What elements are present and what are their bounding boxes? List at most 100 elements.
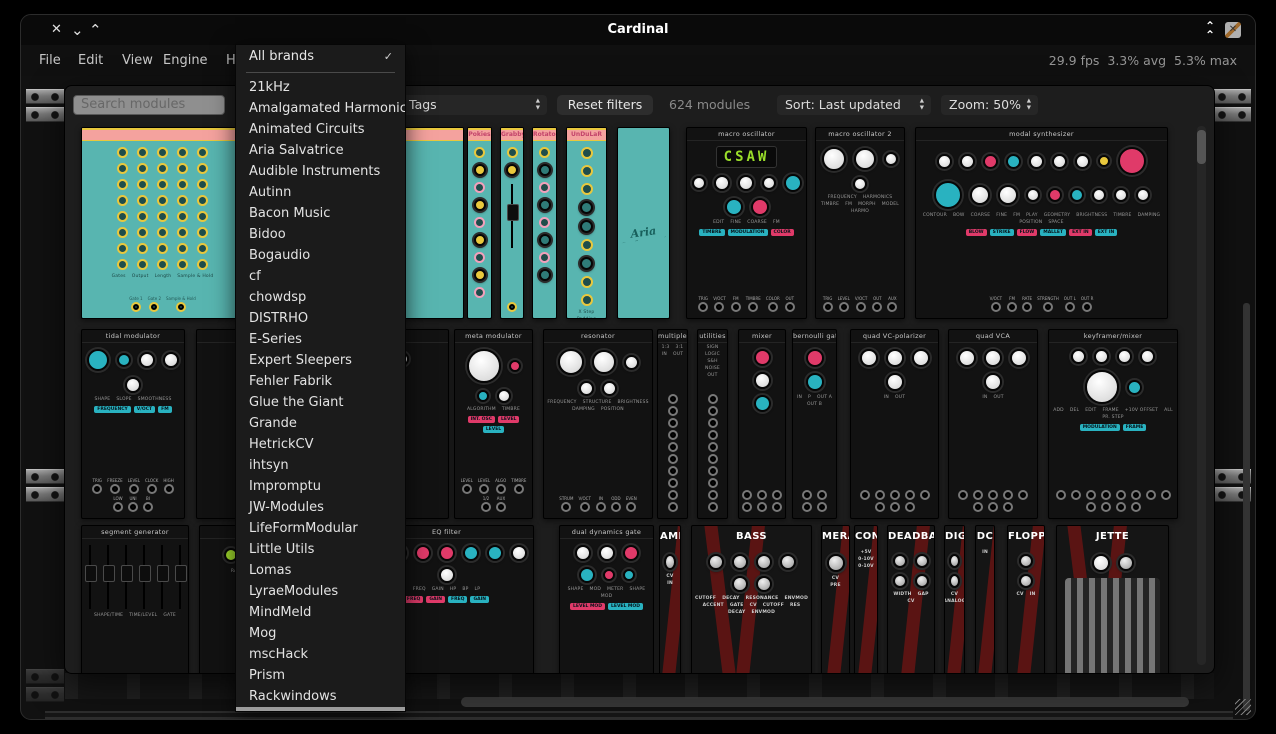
brand-menu-item[interactable]: Expert Sleepers: [236, 350, 405, 371]
module-aria-salvatrice[interactable]: Aria Salvatrice: [617, 127, 670, 319]
menu-view[interactable]: View: [122, 45, 153, 76]
knob: [1092, 554, 1110, 572]
knob: [539, 147, 550, 158]
screenshot-icon[interactable]: ✕: [1225, 22, 1241, 38]
module-jette[interactable]: JETTEIMPCT: [1056, 525, 1169, 673]
browser-scrollbar-thumb[interactable]: [1197, 130, 1206, 164]
module-panel[interactable]: GatesOutputLengthSample & HoldGate 1Gate…: [81, 127, 244, 319]
module-amp[interactable]: AMPCVIN: [659, 525, 681, 673]
brand-menu-item[interactable]: JW-Modules: [236, 497, 405, 518]
module-tidal-modulator[interactable]: tidal modulatorSHAPESLOPESMOOTHNESSFREQU…: [81, 329, 185, 519]
brand-menu-item[interactable]: Mog: [236, 623, 405, 644]
brand-menu-item[interactable]: Rackwindows: [236, 686, 405, 707]
panel-label: MORPH: [858, 202, 876, 207]
brand-menu-item[interactable]: Amalgamated Harmonics: [236, 98, 405, 119]
panel-label: FM: [845, 202, 852, 207]
rack-rail: [26, 469, 64, 484]
module-resonator[interactable]: resonatorFREQUENCYSTRUCTUREBRIGHTNESSDAM…: [543, 329, 653, 519]
module-mera[interactable]: MERACVPRE: [821, 525, 850, 673]
jack: 1/2: [481, 496, 491, 512]
module-macro-oscillator-2[interactable]: macro oscillator 2FREQUENCYHARMONICSTIMB…: [815, 127, 905, 319]
knob: [125, 377, 141, 393]
brand-menu-item[interactable]: HetrickCV: [236, 434, 405, 455]
module-multiples[interactable]: multiples1:33:1INOUT: [657, 329, 688, 519]
brand-menu-item[interactable]: Bacon Music: [236, 203, 405, 224]
brand-menu-item[interactable]: DISTRHO: [236, 308, 405, 329]
module-bass[interactable]: BASSCUTOFFDECAYRESONANCEENVMODACCENTGATE…: [691, 525, 812, 673]
module-title: BASS: [692, 526, 811, 548]
brand-menu-item[interactable]: cf: [236, 266, 405, 287]
jack: [772, 490, 782, 500]
jack-socket: [817, 502, 827, 512]
brand-menu-item[interactable]: LifeFormModular: [236, 518, 405, 539]
menu-file[interactable]: File: [39, 45, 61, 76]
knob: [915, 574, 929, 588]
brand-menu-item[interactable]: Grande: [236, 413, 405, 434]
brand-menu-item[interactable]: E-Series: [236, 329, 405, 350]
collapse-icon[interactable]: ⌃ ⌃: [1205, 15, 1215, 40]
module-grabby[interactable]: Grabby: [500, 127, 524, 319]
module-macro-oscillator[interactable]: macro oscillatorCSAWEDITFINECOARSEFMTIMB…: [686, 127, 807, 319]
brand-menu-item[interactable]: Impromptu: [236, 476, 405, 497]
module-utilities[interactable]: utilitiesSIGNLOGICS&HNOISEOUT: [697, 329, 728, 519]
brand-menu-item[interactable]: mscHack: [236, 644, 405, 665]
brand-menu-item[interactable]: Animated Circuits: [236, 119, 405, 140]
panel-label: FINE: [996, 213, 1007, 218]
module-undular[interactable]: UnDuLaRX StepPaddingZoomAlignTrim: [566, 127, 607, 319]
module-meta-modulator[interactable]: meta modulatorALGORITHMTIMBREINT. OSCLEV…: [454, 329, 533, 519]
module-flopper[interactable]: FLOPPERCVIN: [1007, 525, 1045, 673]
module-title: UnDuLaR: [567, 128, 606, 141]
menu-edit[interactable]: Edit: [78, 45, 103, 76]
brand-menu-item[interactable]: Aria Salvatrice: [236, 140, 405, 161]
jack-socket: [157, 227, 168, 238]
module-modal-synthesizer[interactable]: modal synthesizerCONTOURBOWCOARSEFINEFMP…: [915, 127, 1168, 319]
module-title: mixer: [739, 330, 785, 343]
panel-label: GEOMETRY: [1044, 213, 1071, 218]
module-rotatoes[interactable]: Rotatoes: [532, 127, 557, 319]
resize-grip[interactable]: [1235, 699, 1251, 715]
module-dual-dynamics-gate[interactable]: dual dynamics gateSHAPEMODMETERSHAPEMODL…: [559, 525, 654, 673]
module-pokies[interactable]: Pokies: [467, 127, 492, 319]
panel-label: ADD: [1053, 408, 1064, 413]
menu-engine[interactable]: Engine: [163, 45, 208, 76]
jack: [802, 502, 812, 512]
brand-menu-item-all[interactable]: All brands ✓: [236, 45, 405, 69]
brand-menu-item[interactable]: Lomas: [236, 560, 405, 581]
main-horizontal-scrollbar[interactable]: [461, 697, 1189, 707]
panel-label: IN: [667, 581, 673, 586]
browser-scrollbar-track[interactable]: [1197, 126, 1206, 665]
brand-menu-item[interactable]: Glue the Giant: [236, 392, 405, 413]
brand-menu-item[interactable]: Prism: [236, 665, 405, 686]
module-mixer[interactable]: mixer: [738, 329, 786, 519]
brand-menu-item[interactable]: LyraeModules: [236, 581, 405, 602]
brand-menu-item[interactable]: Little Utils: [236, 539, 405, 560]
module-conv[interactable]: CONV+5V0-10V0-10V: [854, 525, 878, 673]
module-dc[interactable]: DCIN: [975, 525, 995, 673]
jack: Sample & Hold: [166, 296, 196, 312]
module-segment-generator[interactable]: segment generatorSHAPE/TIMETIME/LEVELGAT…: [81, 525, 189, 673]
knob: [511, 545, 527, 561]
brand-menu-item[interactable]: MindMeld: [236, 602, 405, 623]
jack-row: Gate 1Gate 2Sample & Hold: [82, 293, 243, 318]
brand-menu-item[interactable]: Autinn: [236, 182, 405, 203]
brand-menu-item[interactable]: Bogaudio: [236, 245, 405, 266]
brand-menu-item[interactable]: ihtsyn: [236, 455, 405, 476]
knob: [827, 554, 845, 572]
module-quad-vc-polarizer[interactable]: quad VC-polarizerINOUT: [850, 329, 939, 519]
brand-menu-item[interactable]: Audible Instruments: [236, 161, 405, 182]
jack-socket: [1056, 490, 1066, 500]
jack-socket: [1043, 302, 1053, 312]
module-deadband[interactable]: DEADBANDWIDTHGAPCV: [887, 525, 935, 673]
main-vertical-scrollbar[interactable]: [1243, 303, 1250, 711]
module-digi[interactable]: DIGICVANALOG: [944, 525, 965, 673]
brand-menu-item[interactable]: chowdsp: [236, 287, 405, 308]
module-quad-vca[interactable]: quad VCAINOUT: [948, 329, 1038, 519]
brand-menu-item[interactable]: Fehler Fabrik: [236, 371, 405, 392]
jack-socket: [143, 502, 153, 512]
knob: [463, 545, 479, 561]
brand-menu-item[interactable]: 21kHz: [236, 77, 405, 98]
panel-label: EDIT: [1085, 408, 1096, 413]
module-bernoulli-gate[interactable]: bernoulli gateINPOUT AOUT B: [792, 329, 837, 519]
brand-menu-item[interactable]: Bidoo: [236, 224, 405, 245]
module-keyframer-mixer[interactable]: keyframer/mixerADDDELEDITFRAME+10V OFFSE…: [1048, 329, 1178, 519]
